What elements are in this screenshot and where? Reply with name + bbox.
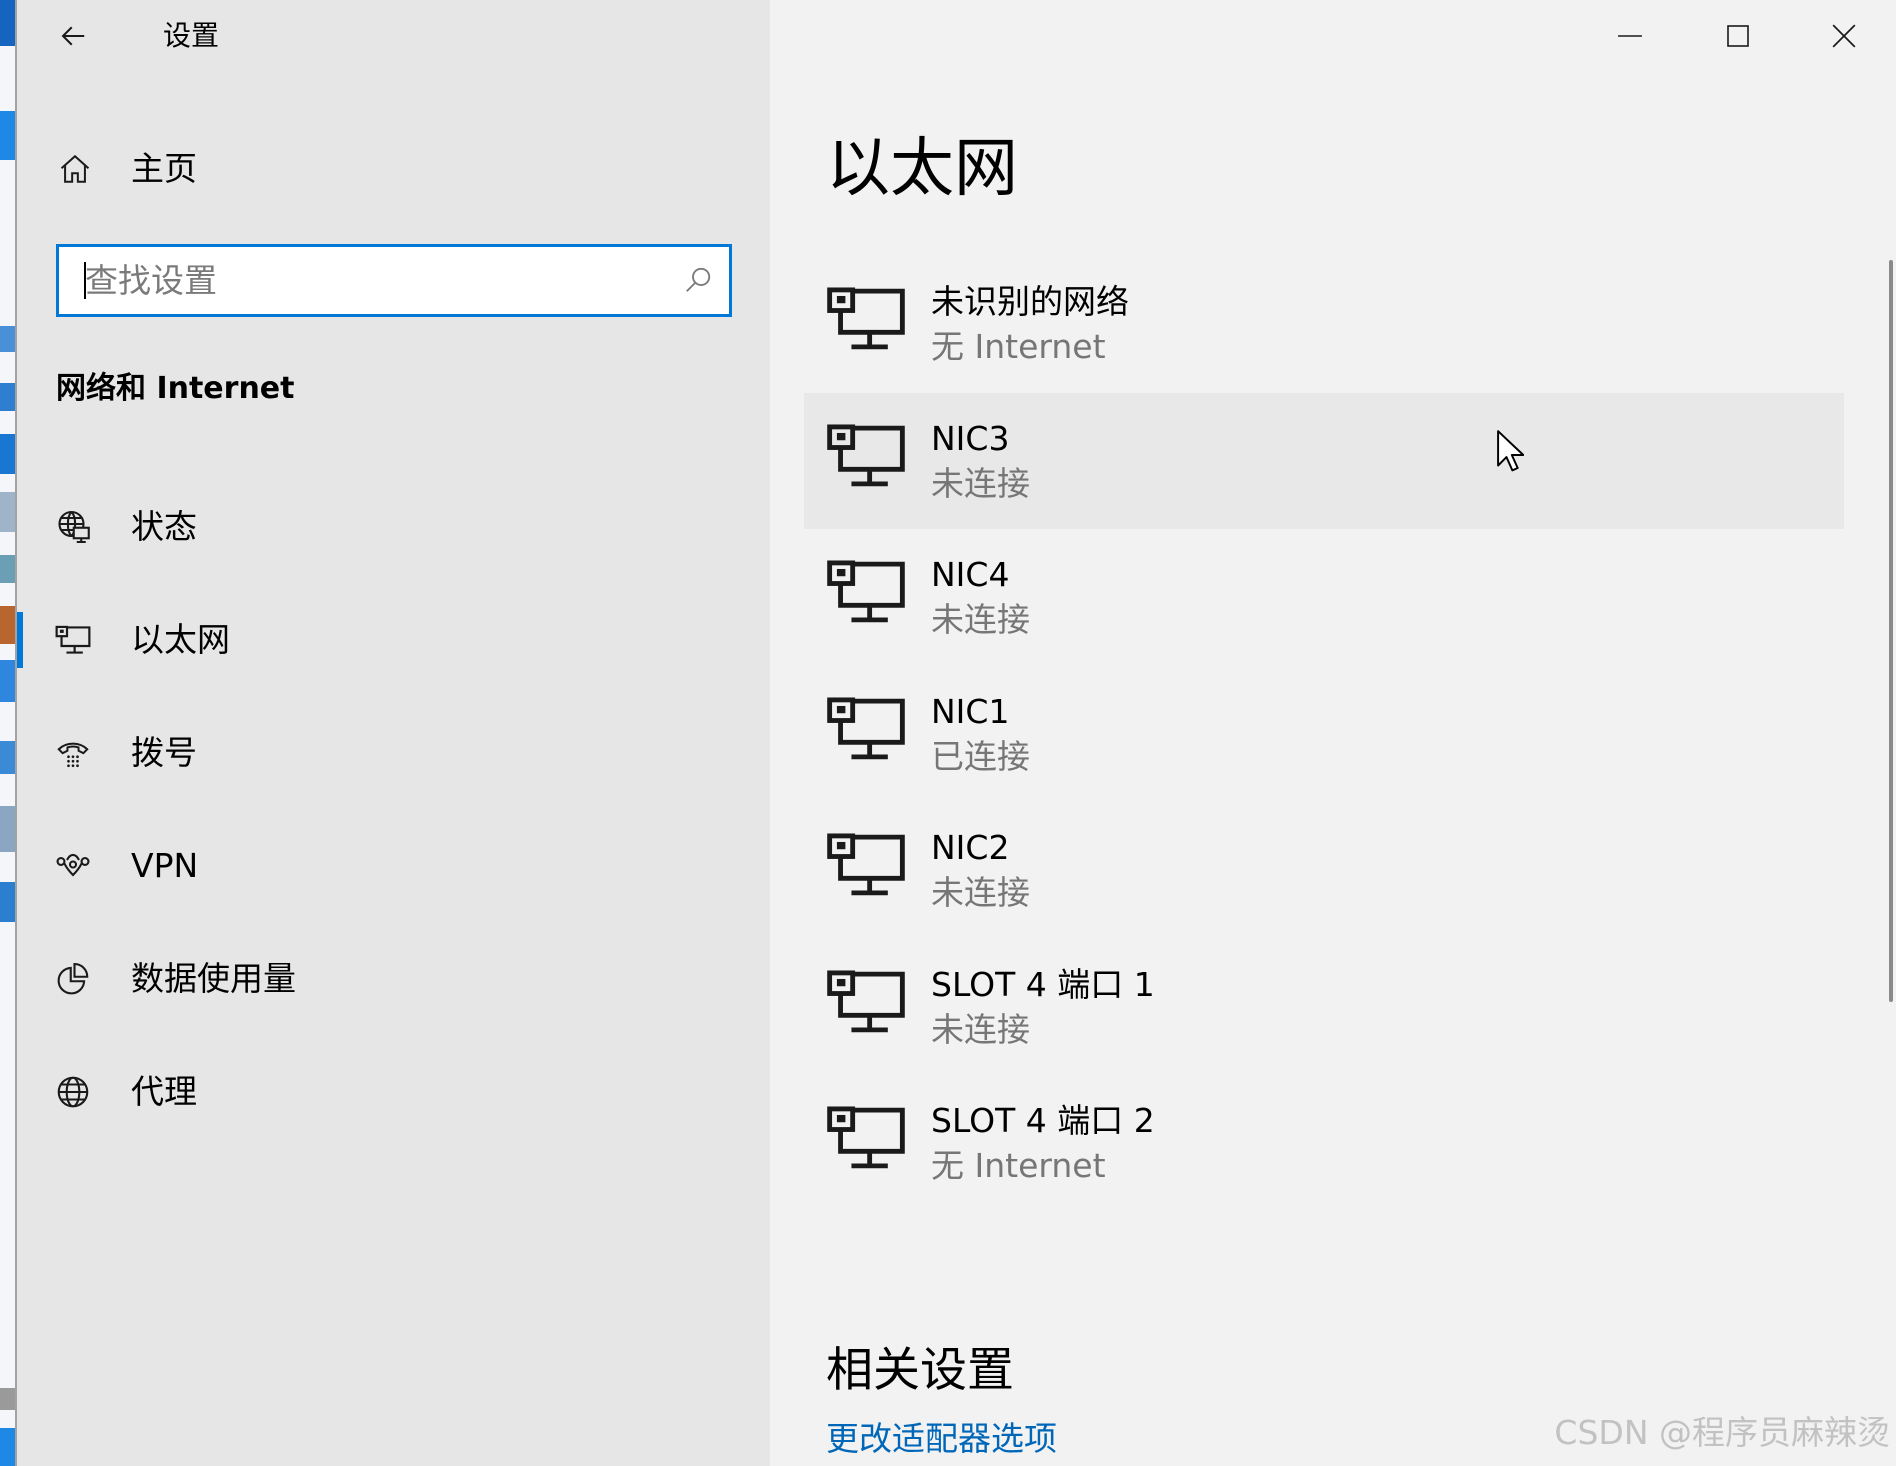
- sidebar: 设置 主页 网络和 Internet 状态 以太网: [17, 0, 770, 1466]
- network-item[interactable]: SLOT 4 端口 2 无 Internet: [804, 1075, 1844, 1212]
- network-text: SLOT 4 端口 2 无 Internet: [931, 1101, 1155, 1186]
- network-text: NIC4 未连接: [931, 555, 1030, 640]
- desktop-icon-fragment: [0, 383, 15, 411]
- close-icon: [1832, 24, 1856, 48]
- search-icon[interactable]: [683, 265, 713, 295]
- desktop-icon-fragment: [0, 492, 15, 532]
- ethernet-network-icon: [826, 559, 906, 625]
- sidebar-item-vpn[interactable]: VPN: [17, 810, 770, 923]
- network-text: NIC3 未连接: [931, 419, 1030, 504]
- network-status: 未连接: [931, 600, 1030, 639]
- back-button[interactable]: [51, 14, 95, 58]
- sidebar-item-label: 代理: [131, 1072, 197, 1111]
- ethernet-network-icon: [826, 1105, 906, 1171]
- network-name: SLOT 4 端口 1: [931, 964, 1155, 1004]
- desktop-icon-fragment: [0, 1388, 15, 1410]
- network-text: SLOT 4 端口 1 未连接: [931, 965, 1155, 1050]
- sidebar-item-data-usage[interactable]: 数据使用量: [17, 923, 770, 1036]
- desktop-icon-fragment: [0, 555, 15, 583]
- scrollbar[interactable]: [1889, 260, 1893, 1002]
- sidebar-item-home[interactable]: 主页: [17, 130, 770, 208]
- sidebar-item-label: 数据使用量: [131, 959, 296, 998]
- ethernet-network-icon: [826, 423, 906, 489]
- ethernet-icon: [55, 622, 91, 658]
- network-status: 无 Internet: [931, 1146, 1106, 1185]
- desktop-icon-fragment: [0, 882, 15, 922]
- network-status: 已连接: [931, 736, 1030, 776]
- network-name: NIC1: [931, 691, 1010, 731]
- desktop-icon-fragment: [0, 606, 15, 644]
- desktop-icon-fragment: [0, 741, 15, 774]
- ethernet-network-icon: [826, 969, 906, 1035]
- ethernet-network-icon: [826, 696, 906, 762]
- search-input[interactable]: [56, 244, 732, 317]
- network-name: 未识别的网络: [931, 282, 1129, 321]
- network-status: 未连接: [931, 1009, 1030, 1049]
- watermark: CSDN @程序员麻辣烫: [1554, 1413, 1890, 1452]
- network-name: NIC3: [931, 418, 1010, 458]
- mouse-pointer-icon: [1497, 430, 1524, 472]
- network-item[interactable]: NIC4 未连接: [804, 529, 1844, 666]
- minimize-button[interactable]: [1578, 0, 1682, 72]
- close-button[interactable]: [1792, 0, 1896, 72]
- desktop-background: [0, 0, 15, 1466]
- sidebar-item-proxy[interactable]: 代理: [17, 1036, 770, 1149]
- network-item[interactable]: NIC3 未连接: [804, 392, 1844, 529]
- maximize-icon: [1727, 25, 1749, 47]
- maximize-button[interactable]: [1686, 0, 1790, 72]
- network-status-icon: [55, 509, 91, 545]
- network-name: NIC4: [931, 555, 1010, 594]
- network-list: 未识别的网络 无 Internet NIC3 未连接 NIC4 未连接 NIC1…: [804, 256, 1844, 1212]
- sidebar-item-label: 主页: [131, 149, 197, 188]
- sidebar-item-label: 状态: [131, 507, 197, 546]
- app-title: 设置: [163, 19, 220, 52]
- network-name: SLOT 4 端口 2: [931, 1101, 1155, 1140]
- desktop-icon-fragment: [0, 1428, 15, 1466]
- network-text: NIC1 已连接: [931, 692, 1030, 777]
- proxy-icon: [55, 1074, 91, 1110]
- desktop-icon-fragment: [0, 806, 15, 852]
- network-text: 未识别的网络 无 Internet: [931, 282, 1129, 367]
- dial-up-icon: [55, 735, 91, 771]
- page-title: 以太网: [826, 132, 1018, 206]
- network-item[interactable]: SLOT 4 端口 1 未连接: [804, 939, 1844, 1076]
- sidebar-item-label: 拨号: [131, 733, 197, 772]
- section-title: 网络和 Internet: [56, 371, 295, 406]
- sidebar-item-status[interactable]: 状态: [17, 471, 770, 584]
- network-item[interactable]: NIC2 未连接: [804, 802, 1844, 939]
- related-settings-heading: 相关设置: [826, 1343, 1014, 1398]
- ethernet-network-icon: [826, 286, 906, 352]
- selection-indicator: [17, 612, 23, 668]
- data-usage-icon: [55, 961, 91, 997]
- network-item[interactable]: 未识别的网络 无 Internet: [804, 256, 1844, 393]
- back-arrow-icon: [61, 26, 85, 46]
- sidebar-item-ethernet[interactable]: 以太网: [17, 584, 770, 697]
- sidebar-item-label: 以太网: [131, 620, 230, 659]
- network-status: 未连接: [931, 873, 1030, 912]
- content-pane: 以太网 未识别的网络 无 Internet NIC3 未连接 NIC4 未连接: [770, 0, 1896, 1466]
- desktop-icon-fragment: [0, 434, 15, 474]
- network-item[interactable]: NIC1 已连接: [804, 666, 1844, 803]
- network-name: NIC2: [931, 828, 1010, 867]
- desktop-icon-fragment: [0, 326, 15, 352]
- home-icon: [60, 154, 90, 183]
- network-status: 无 Internet: [931, 327, 1106, 366]
- change-adapter-options-link[interactable]: 更改适配器选项: [826, 1419, 1057, 1459]
- desktop-icon-fragment: [0, 111, 15, 160]
- text-caret: [84, 262, 86, 299]
- sidebar-item-label: VPN: [131, 846, 199, 885]
- desktop-icon-fragment: [0, 660, 15, 702]
- network-text: NIC2 未连接: [931, 828, 1030, 913]
- network-status: 未连接: [931, 463, 1030, 503]
- sidebar-item-dial-up[interactable]: 拨号: [17, 697, 770, 810]
- ethernet-network-icon: [826, 832, 906, 898]
- vpn-icon: [55, 848, 91, 884]
- minimize-icon: [1618, 35, 1642, 37]
- desktop-icon-fragment: [0, 0, 15, 46]
